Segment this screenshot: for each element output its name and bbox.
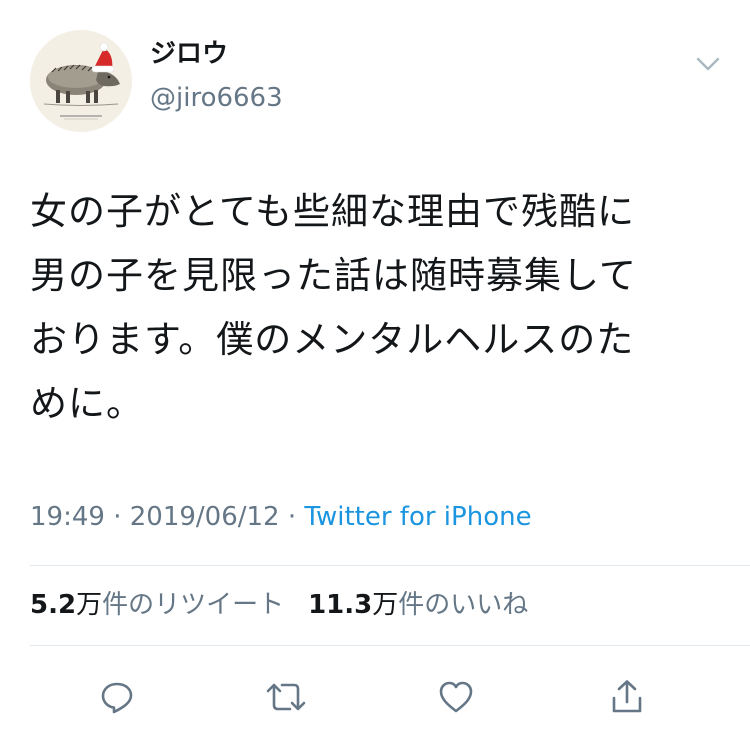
retweet-count[interactable]: 5.2万件のリツイート — [30, 590, 284, 620]
tweet-text-line: 男の子を見限った話は随時募集して — [30, 254, 637, 297]
heart-icon — [439, 681, 473, 713]
tweet-date: 2019/06/12 — [129, 502, 280, 532]
share-button[interactable] — [602, 672, 652, 722]
chevron-down-icon[interactable] — [688, 50, 728, 80]
like-button[interactable] — [431, 672, 481, 722]
tweet-time: 19:49 — [30, 502, 105, 532]
tweet-actions — [0, 672, 750, 722]
tweet-source-link[interactable]: Twitter for iPhone — [304, 502, 531, 532]
tweet-text-line: めに。 — [30, 382, 144, 425]
like-count-number: 11.3 — [308, 590, 373, 620]
retweet-count-unit: 万 — [76, 590, 103, 620]
avatar[interactable] — [30, 30, 132, 132]
reply-button[interactable] — [92, 672, 142, 722]
meta-separator: · — [104, 502, 130, 532]
tweet-text-line: おります。僕のメンタルヘルスのた — [30, 318, 635, 361]
like-count-label: 件のいいね — [398, 590, 529, 620]
tweet-text-line: 女の子がとても些細な理由で残酷に — [30, 190, 636, 233]
retweet-count-label: 件のリツイート — [102, 590, 285, 620]
display-name[interactable]: ジロウ — [150, 38, 228, 70]
retweet-button[interactable] — [261, 672, 311, 722]
tweet-card: ジロウ @jiro6663 女の子がとても些細な理由で残酷に 男の子を見限った話… — [0, 0, 750, 744]
reply-icon — [101, 682, 133, 714]
tweet-stats: 5.2万件のリツイート 11.3万件のいいね — [30, 588, 528, 622]
divider — [30, 645, 750, 646]
like-count-unit: 万 — [372, 590, 399, 620]
user-handle[interactable]: @jiro6663 — [150, 82, 283, 114]
tweet-text: 女の子がとても些細な理由で残酷に 男の子を見限った話は随時募集して おります。僕… — [30, 180, 730, 436]
peccary-avatar-icon — [30, 30, 132, 132]
meta-separator: · — [279, 502, 305, 532]
share-icon — [612, 680, 642, 713]
divider — [30, 565, 750, 566]
like-count[interactable]: 11.3万件のいいね — [308, 590, 528, 620]
tweet-meta: 19:49 · 2019/06/12 · Twitter for iPhone — [30, 500, 532, 534]
retweet-count-number: 5.2 — [30, 590, 77, 620]
retweet-icon — [266, 683, 306, 711]
